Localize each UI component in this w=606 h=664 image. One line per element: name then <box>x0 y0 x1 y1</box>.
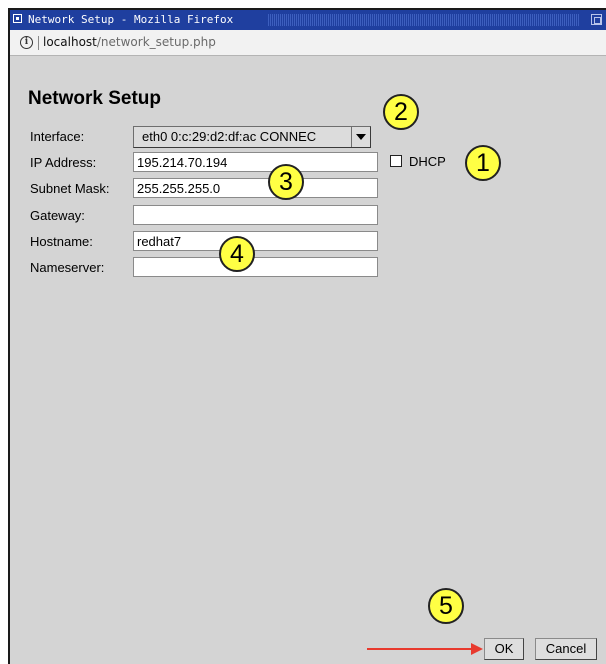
ip-address-input[interactable] <box>133 152 378 172</box>
subnet-mask-label: Subnet Mask: <box>30 181 110 196</box>
interface-select[interactable]: eth0 0:c:29:d2:df:ac CONNEC <box>133 126 371 148</box>
gateway-input[interactable] <box>133 205 378 225</box>
window-titlebar[interactable]: Network Setup - Mozilla Firefox <box>10 10 606 30</box>
interface-select-value: eth0 0:c:29:d2:df:ac CONNEC <box>142 129 317 144</box>
hostname-label: Hostname: <box>30 234 93 249</box>
gateway-label: Gateway: <box>30 208 85 223</box>
interface-label: Interface: <box>30 129 85 144</box>
window-menu-icon[interactable] <box>13 14 22 23</box>
window-title: Network Setup - Mozilla Firefox <box>28 13 234 26</box>
titlebar-texture <box>268 14 580 26</box>
ok-button[interactable]: OK <box>484 638 524 660</box>
dhcp-label: DHCP <box>409 154 446 169</box>
nameserver-label: Nameserver: <box>30 260 105 275</box>
callout-1: 1 <box>465 145 501 181</box>
url-path: /network_setup.php <box>96 35 216 49</box>
browser-window: Network Setup - Mozilla Firefox i localh… <box>8 8 606 664</box>
url-text[interactable]: localhost/network_setup.php <box>43 30 216 55</box>
hostname-input[interactable] <box>133 231 378 251</box>
callout-3: 3 <box>268 164 304 200</box>
address-bar-divider <box>38 36 39 50</box>
callout-2: 2 <box>383 94 419 130</box>
cancel-button[interactable]: Cancel <box>535 638 597 660</box>
subnet-mask-input[interactable] <box>133 178 378 198</box>
dhcp-checkbox[interactable] <box>390 155 402 167</box>
maximize-icon[interactable] <box>591 14 602 25</box>
nameserver-input[interactable] <box>133 257 378 277</box>
page-title: Network Setup <box>28 88 162 109</box>
dropdown-arrow-icon[interactable] <box>351 127 370 147</box>
ip-address-label: IP Address: <box>30 155 97 170</box>
pointer-arrow-head <box>471 643 483 655</box>
callout-4: 4 <box>219 236 255 272</box>
site-info-icon[interactable]: i <box>20 36 33 49</box>
address-bar[interactable]: i localhost/network_setup.php <box>10 30 606 56</box>
pointer-arrow-shaft <box>367 648 472 650</box>
page-content: Network Setup Interface: eth0 0:c:29:d2:… <box>10 56 606 664</box>
url-host: localhost <box>43 35 97 49</box>
callout-5: 5 <box>428 588 464 624</box>
